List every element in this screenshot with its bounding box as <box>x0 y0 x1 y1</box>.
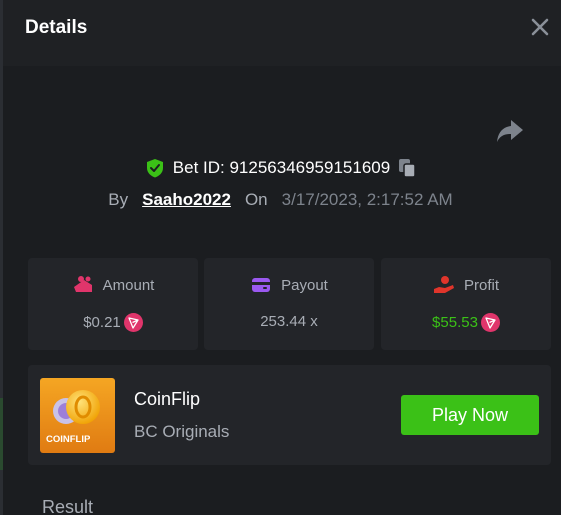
tron-icon <box>123 313 143 332</box>
amount-icon <box>73 276 92 292</box>
profit-label: Profit <box>463 276 499 294</box>
game-provider: BC Originals <box>134 422 230 441</box>
share-icon[interactable] <box>496 118 524 144</box>
profit-value: $55.53 <box>432 314 478 331</box>
username-link[interactable]: Saaho2022 <box>142 190 231 210</box>
profit-card: Profit $55.53 <box>381 258 551 350</box>
bet-byline: By Saaho2022 On 3/17/2023, 2:17:52 AM <box>0 188 561 212</box>
on-label: On <box>244 190 268 209</box>
game-name: CoinFlip <box>134 389 201 409</box>
payout-value: 253.44 x <box>260 313 318 330</box>
coinflip-thumbnail[interactable]: COINFLIP <box>40 378 115 453</box>
game-card: COINFLIP CoinFlip BC Originals Play Now <box>28 365 551 465</box>
amount-label: Amount <box>102 276 155 294</box>
payout-label: Payout <box>281 276 328 294</box>
thumb-label: COINFLIP <box>46 434 91 445</box>
profit-hand-icon <box>433 276 454 293</box>
amount-value: $0.21 <box>83 314 121 331</box>
bet-datetime: 3/17/2023, 2:17:52 AM <box>281 190 453 209</box>
payout-card: Payout 253.44 x <box>204 258 374 350</box>
tron-icon <box>480 313 500 332</box>
play-now-button[interactable]: Play Now <box>401 395 539 435</box>
close-icon[interactable] <box>529 14 551 40</box>
bet-id-row: Bet ID: 91256346959151609 <box>0 155 561 181</box>
by-label: By <box>108 190 129 209</box>
copy-icon[interactable] <box>398 158 416 178</box>
result-heading: Result <box>42 497 94 515</box>
verified-shield-icon <box>146 159 163 178</box>
amount-card: Amount $0.21 <box>28 258 198 350</box>
wallet-card-icon <box>252 278 271 292</box>
page-title: Details <box>25 17 88 38</box>
coin-gold-icon <box>66 390 100 424</box>
details-header: Details <box>3 0 561 66</box>
bet-id: Bet ID: 91256346959151609 <box>172 158 391 177</box>
